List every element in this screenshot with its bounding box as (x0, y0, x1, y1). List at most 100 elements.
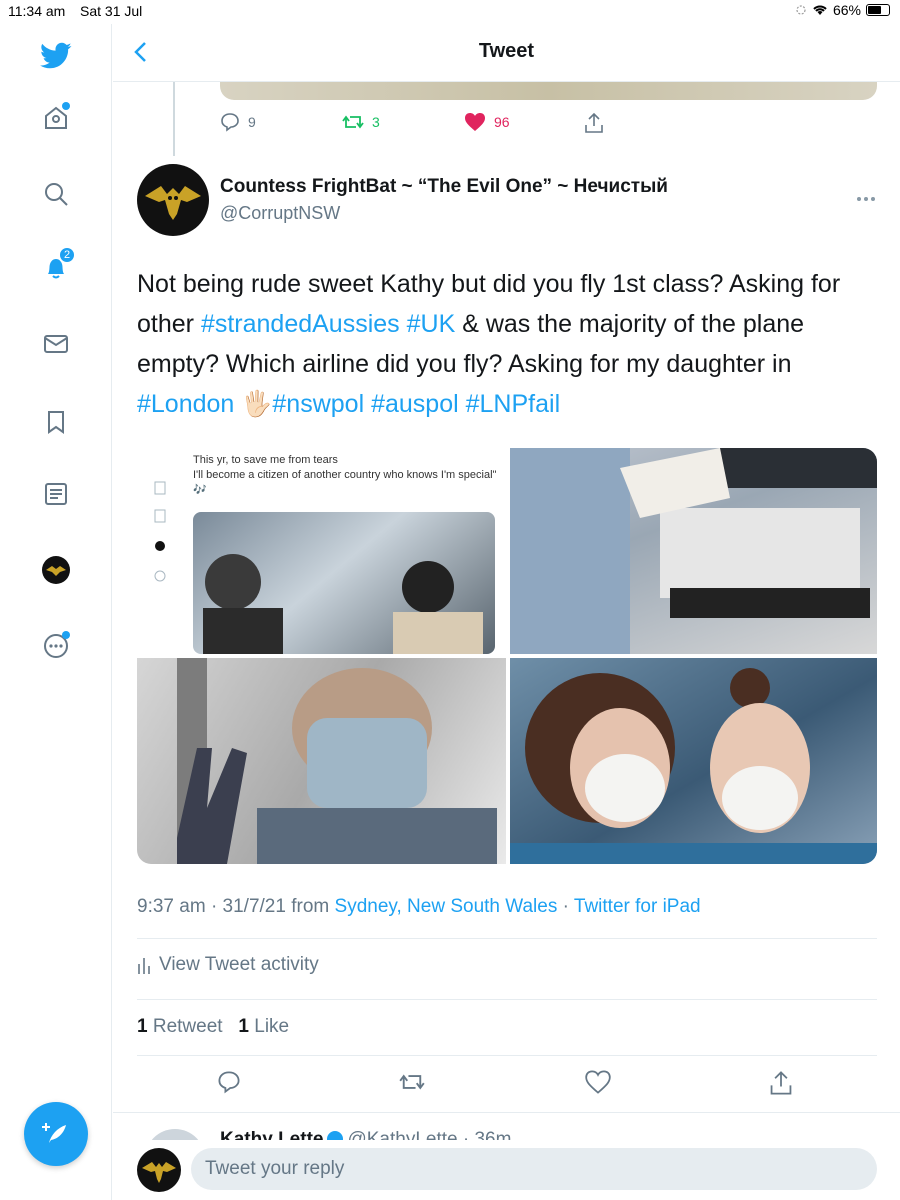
next-tweet-header: Kathy Lette @KathyLette · 36m (220, 1129, 511, 1140)
previous-share-button[interactable] (584, 112, 604, 134)
more-horizontal-icon (857, 197, 875, 201)
previous-like-count: 96 (494, 114, 510, 130)
hashtag-link[interactable]: #auspol (371, 390, 459, 418)
share-button[interactable] (769, 1070, 793, 1101)
thread-line (173, 82, 175, 156)
tweet-actions (137, 1070, 877, 1098)
screenshot-sidebar (147, 458, 177, 608)
media-image-1[interactable]: This yr, to save me from tears I'll beco… (137, 448, 506, 654)
previous-retweet-count: 3 (372, 114, 380, 130)
status-date: Sat 31 Jul (80, 3, 143, 19)
compose-tweet-button[interactable] (24, 1102, 88, 1166)
media-image-3[interactable] (137, 658, 506, 864)
previous-reply-button[interactable]: 9 (220, 112, 256, 132)
more-icon[interactable] (36, 626, 76, 666)
tweet-media-grid: This yr, to save me from tears I'll beco… (137, 448, 877, 864)
media-image-4[interactable] (510, 658, 877, 864)
author-avatar[interactable] (137, 164, 209, 236)
more-new-dot (62, 631, 70, 639)
divider (137, 1055, 877, 1056)
tweet-date: 31/7/21 (222, 896, 286, 917)
like-label: Like (254, 1016, 290, 1037)
tweet-timestamp: 9:37 am · 31/7/21 from Sydney, New South… (137, 896, 701, 918)
notification-count-badge: 2 (58, 246, 76, 264)
like-count: 1 (238, 1016, 249, 1037)
home-icon[interactable] (36, 98, 76, 138)
explore-icon[interactable] (36, 174, 76, 214)
retweet-count: 1 (137, 1016, 148, 1037)
retweet-icon (342, 115, 364, 129)
author-name[interactable]: Countess FrightBat ~ “The Evil One” ~ Не… (220, 176, 668, 198)
retweet-icon (399, 1074, 425, 1090)
screenshot-line-3: 🎶 (193, 484, 207, 496)
wifi-icon (813, 5, 827, 15)
from-label: from (291, 896, 330, 917)
previous-tweet-media[interactable] (220, 82, 877, 100)
tweet-text-segment (400, 310, 407, 338)
profile-icon[interactable] (36, 550, 76, 590)
sidebar: 2 (0, 24, 112, 1200)
twitter-logo-icon[interactable] (36, 36, 76, 76)
rotation-lock-icon (796, 5, 806, 15)
heart-filled-icon (465, 113, 485, 131)
screenshot-caption: This yr, to save me from tears I'll beco… (193, 453, 496, 498)
retweet-button[interactable] (399, 1070, 425, 1099)
screenshot-photo (193, 512, 495, 654)
previous-reply-count: 9 (248, 114, 256, 130)
previous-like-button[interactable]: 96 (464, 112, 510, 132)
heart-icon (585, 1070, 611, 1094)
status-time: 11:34 am (8, 3, 66, 19)
status-right: 66% (795, 2, 890, 18)
tweet-text: Not being rude sweet Kathy but did you f… (137, 264, 877, 424)
hashtag-link[interactable]: #UK (407, 310, 456, 338)
previous-tweet-actions: 9 3 96 (220, 112, 620, 136)
view-tweet-activity-button[interactable]: View Tweet activity (137, 954, 319, 976)
tweet-text-segment: 🖐🏻 (234, 390, 273, 418)
tweet-client-link[interactable]: Twitter for iPad (574, 896, 701, 917)
next-tweet[interactable]: Kathy Lette @KathyLette · 36m (113, 1112, 900, 1140)
reply-icon (221, 113, 239, 132)
previous-retweet-button[interactable]: 3 (342, 112, 380, 132)
hashtag-link[interactable]: #London (137, 390, 234, 418)
reply-button[interactable] (217, 1070, 241, 1099)
media-image-2[interactable] (510, 448, 877, 654)
next-tweet-avatar (145, 1129, 205, 1140)
bookmarks-icon[interactable] (36, 402, 76, 442)
next-tweet-handle: @KathyLette · 36m (347, 1129, 512, 1140)
hashtag-link[interactable]: #nswpol (272, 390, 364, 418)
screenshot-line-2: I'll become a citizen of another country… (193, 469, 497, 481)
tweet-location-link[interactable]: Sydney, New South Wales (335, 896, 558, 917)
meta-separator-2: · (562, 896, 569, 917)
bar-chart-icon (138, 958, 150, 974)
messages-icon[interactable] (36, 324, 76, 364)
like-button[interactable] (585, 1070, 611, 1099)
reply-input[interactable] (191, 1148, 877, 1190)
meta-separator-1: · (210, 896, 218, 917)
hashtag-link[interactable]: #strandedAussies (201, 310, 400, 338)
page-title: Tweet (478, 40, 535, 62)
verified-badge-icon (327, 1131, 344, 1140)
notifications-icon[interactable]: 2 (36, 246, 76, 288)
home-new-dot (62, 102, 70, 110)
share-icon (585, 112, 603, 133)
tweet-more-options-button[interactable] (856, 186, 876, 207)
status-bar: 11:34 am Sat 31 Jul 66% (0, 0, 900, 24)
lists-icon[interactable] (36, 474, 76, 514)
retweets-link[interactable]: 1 Retweet (137, 1016, 223, 1037)
tweet-time: 9:37 am (137, 896, 206, 917)
tweet-text-segment (459, 390, 466, 418)
battery-icon (866, 4, 890, 16)
reply-avatar (137, 1148, 181, 1192)
reply-bar (113, 1140, 900, 1200)
header: Tweet (113, 24, 900, 82)
hashtag-link[interactable]: #LNPfail (466, 390, 561, 418)
screenshot-line-1: This yr, to save me from tears (193, 454, 338, 466)
profile-avatar (42, 556, 70, 584)
view-tweet-activity-label: View Tweet activity (159, 954, 319, 975)
share-icon (770, 1071, 792, 1095)
divider (137, 999, 877, 1000)
next-tweet-author-name: Kathy Lette (220, 1129, 324, 1140)
likes-link[interactable]: 1 Like (238, 1016, 289, 1037)
reply-icon (218, 1071, 240, 1094)
author-handle[interactable]: @CorruptNSW (220, 203, 340, 224)
